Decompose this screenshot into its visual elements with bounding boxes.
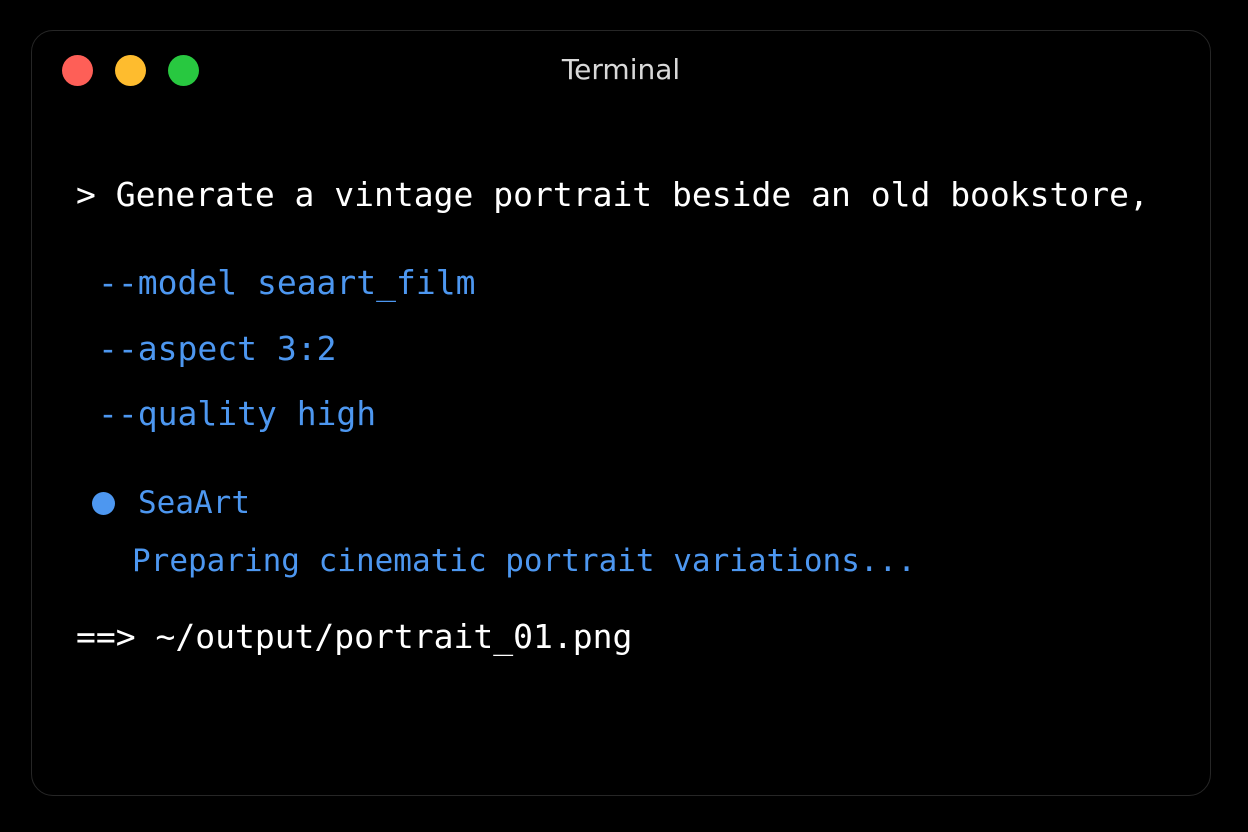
quality-flag-line: --quality high	[98, 394, 376, 434]
prompt-symbol: >	[76, 175, 96, 214]
title-bar[interactable]: Terminal	[32, 31, 1210, 109]
aspect-flag-line: --aspect 3:2	[98, 329, 336, 369]
terminal-window: Terminal > Generate a vintage portrait b…	[31, 30, 1211, 796]
output-line: ==> ~/output/portrait_01.png	[76, 617, 632, 657]
flag-name: --aspect	[98, 329, 257, 368]
status-dot-icon	[92, 492, 115, 515]
command-line: > Generate a vintage portrait beside an …	[76, 175, 1149, 215]
flag-value: high	[296, 394, 377, 433]
status-label: SeaArt	[138, 485, 250, 521]
model-flag-line: --model seaart_film	[98, 263, 476, 303]
flag-name: --model	[98, 263, 238, 302]
flag-name: --quality	[98, 394, 277, 433]
window-title: Terminal	[561, 53, 681, 86]
status-message: Preparing cinematic portrait variations.…	[132, 543, 916, 579]
flag-value: seaart_film	[256, 263, 476, 302]
output-path: ~/output/portrait_01.png	[155, 617, 633, 656]
output-arrow: ==>	[76, 617, 136, 656]
terminal-content[interactable]: > Generate a vintage portrait beside an …	[32, 109, 1210, 795]
flag-value: 3:2	[276, 329, 337, 368]
command-text: Generate a vintage portrait beside an ol…	[115, 175, 1149, 214]
